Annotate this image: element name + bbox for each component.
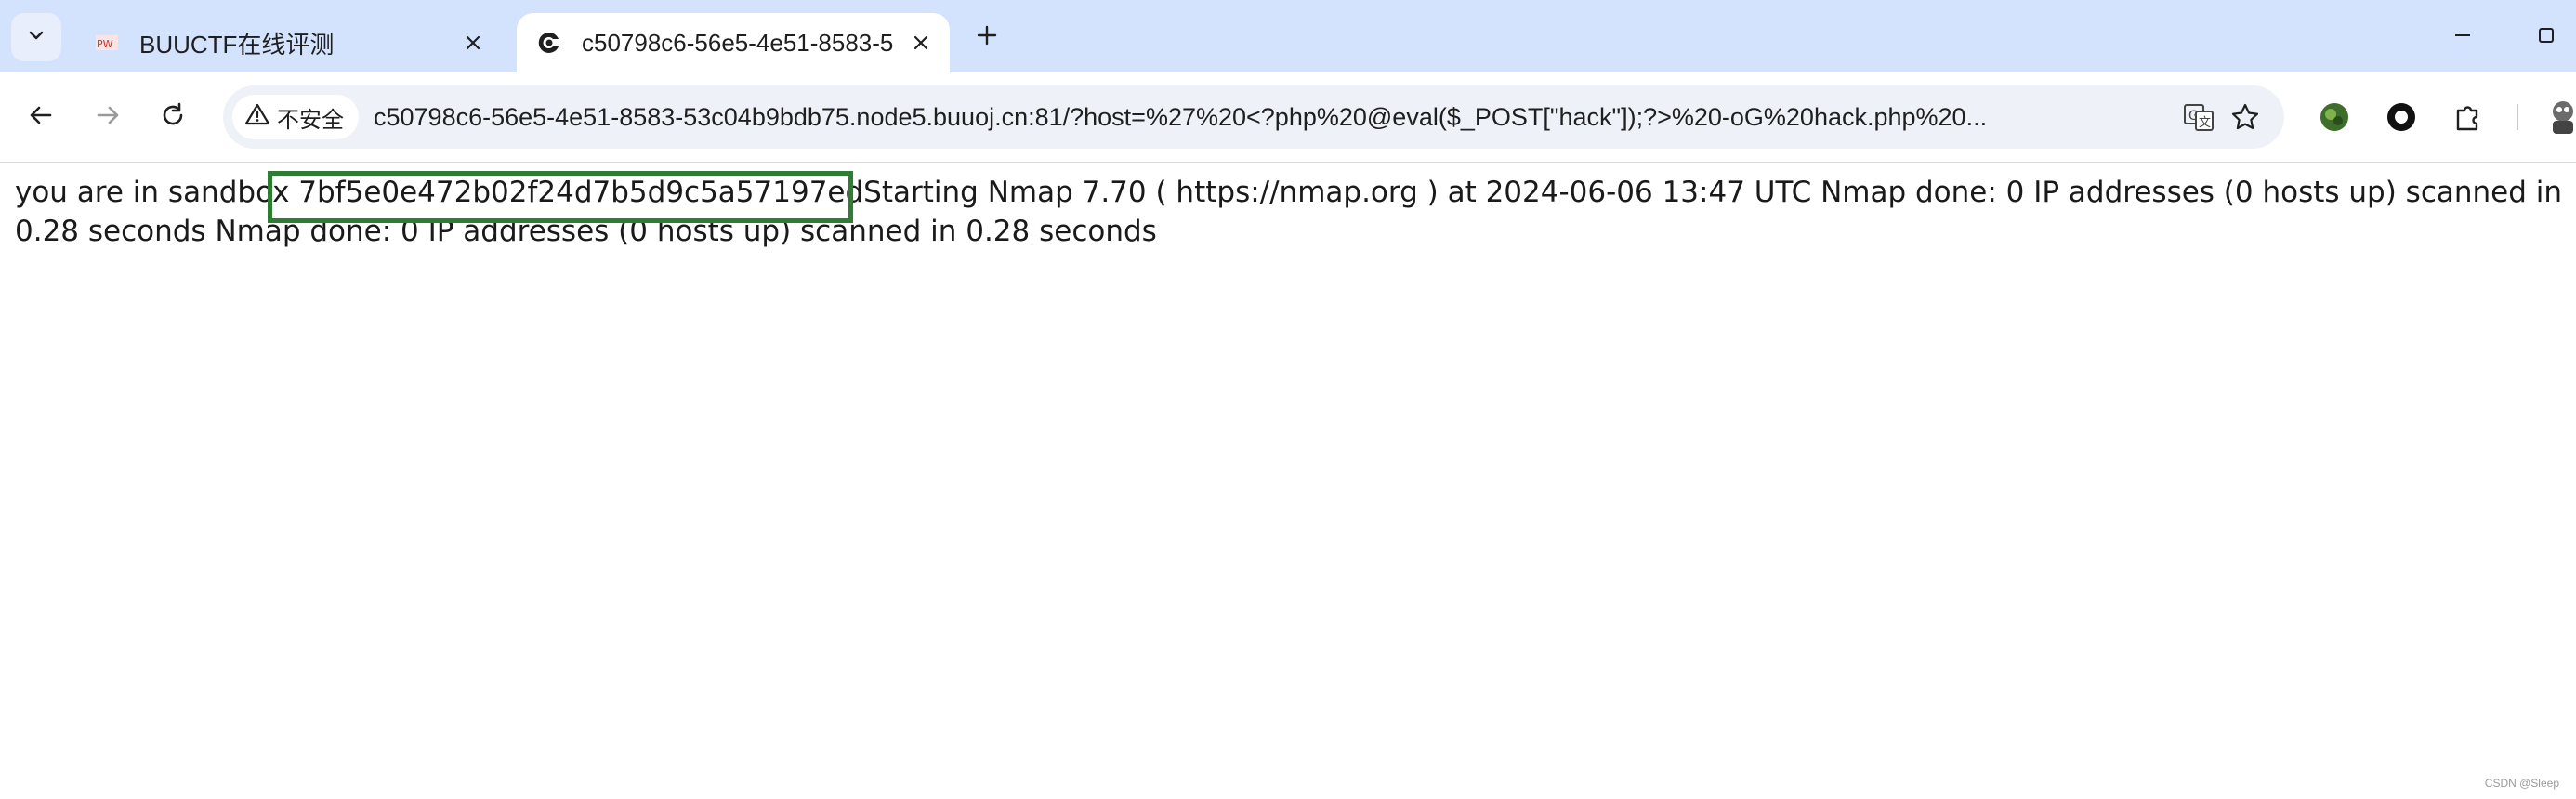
arrow-right-icon [94,101,122,134]
reload-icon [159,101,187,134]
forward-button[interactable] [84,93,132,141]
new-tab-button[interactable] [966,17,1007,58]
svg-text:文: 文 [2199,116,2211,130]
bookmark-star-icon[interactable] [2227,98,2264,136]
svg-text:PW: PW [97,38,113,50]
extension-green-icon[interactable] [2312,95,2357,139]
address-bar[interactable]: 不安全 c50798c6-56e5-4e51-8583-53c04b9bdb75… [223,85,2284,149]
chevron-down-icon [25,24,47,51]
close-icon[interactable] [457,27,489,59]
security-indicator[interactable]: 不安全 [232,95,359,139]
tab-search-button[interactable] [11,13,61,61]
sandbox-output-text: you are in sandbox 7bf5e0e472b02f24d7b5d… [15,176,2563,248]
warning-icon [244,103,277,132]
extensions-puzzle-icon[interactable] [2446,95,2491,139]
plus-icon [975,23,999,52]
restore-icon [2535,24,2557,51]
reload-button[interactable] [149,93,197,141]
tab-title: c50798c6-56e5-4e51-8583-5 [582,28,894,57]
browser-toolbar: 不安全 c50798c6-56e5-4e51-8583-53c04b9bdb75… [0,72,2576,163]
minimize-button[interactable] [2444,19,2481,56]
toolbar-divider [2517,104,2518,130]
maximize-button[interactable] [2528,19,2565,56]
security-label: 不安全 [277,107,344,133]
buuctf-favicon-icon: PW [93,29,121,57]
site-favicon-icon [535,29,563,57]
minimize-icon [2451,24,2474,51]
page-content: you are in sandbox 7bf5e0e472b02f24d7b5d… [15,173,2570,251]
translate-icon[interactable]: G文 [2180,98,2217,136]
arrow-left-icon [27,101,55,134]
close-icon[interactable] [905,27,937,59]
tab-buuctf[interactable]: PW BUUCTF在线评测 [74,13,502,72]
profile-avatar[interactable] [2541,95,2576,139]
extension-circle-icon[interactable] [2379,95,2424,139]
tab-active-site[interactable]: c50798c6-56e5-4e51-8583-5 [517,13,950,72]
watermark: CSDN @Sleep [2484,777,2559,790]
tab-title: BUUCTF在线评测 [139,30,335,59]
back-button[interactable] [17,93,65,141]
url-text[interactable]: c50798c6-56e5-4e51-8583-53c04b9bdb75.nod… [374,85,2186,149]
tab-strip: PW BUUCTF在线评测 c50798c6-56e5-4e51-8583-5 [0,0,2576,72]
